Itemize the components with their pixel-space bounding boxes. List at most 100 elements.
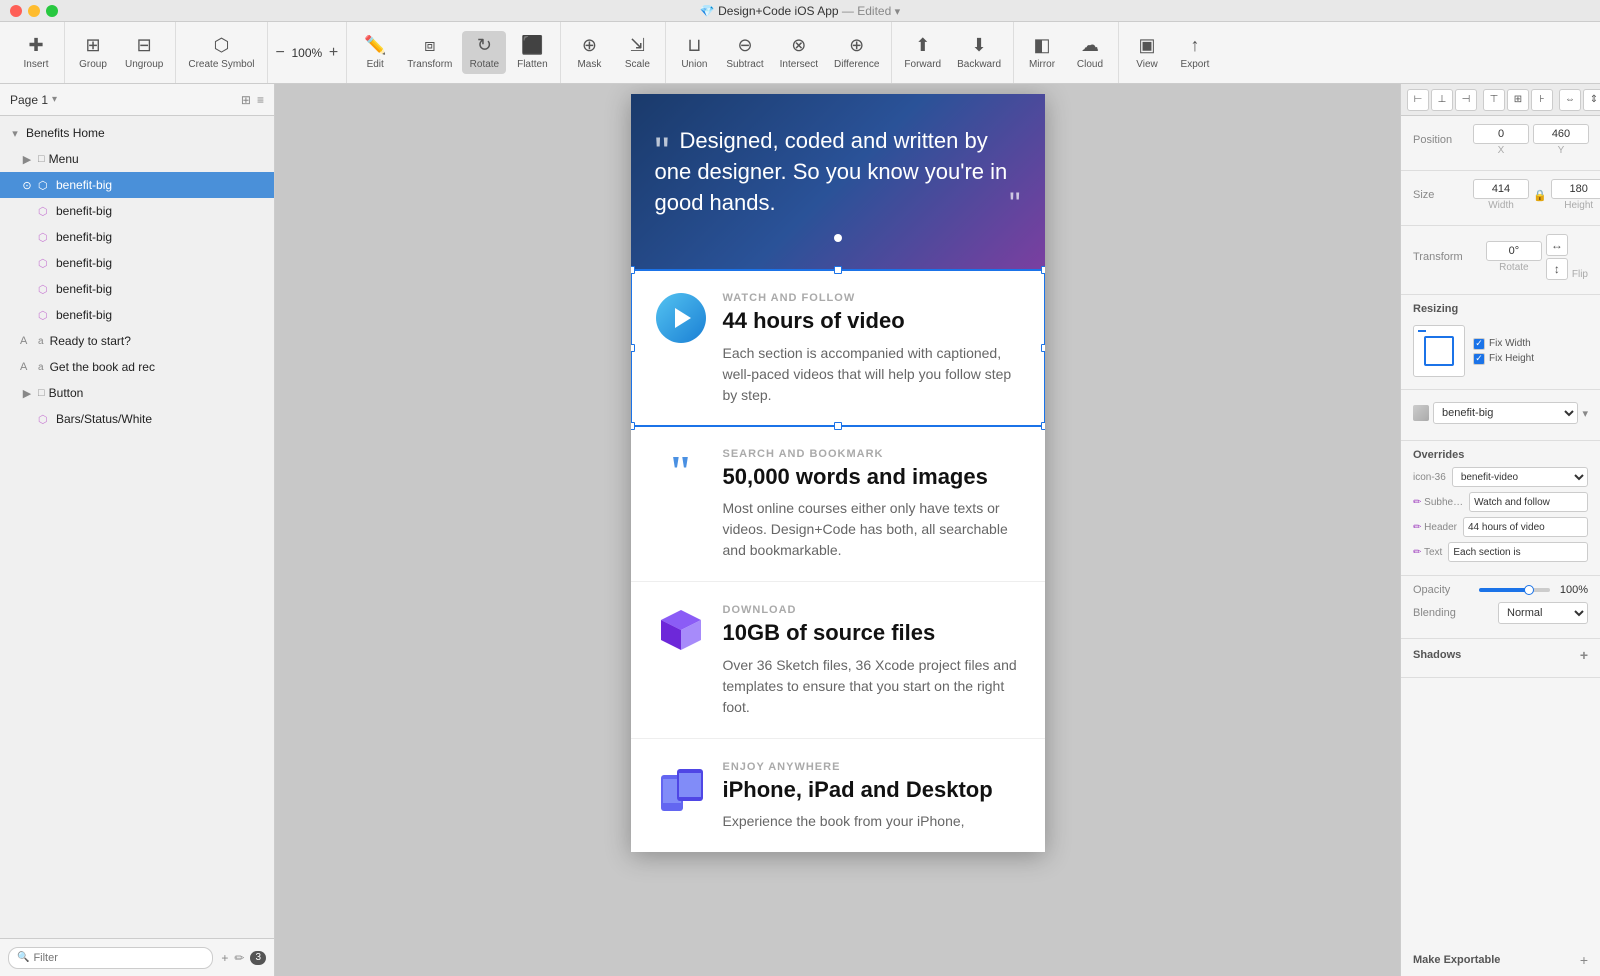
align-center-h-button[interactable]: ⊥ xyxy=(1431,89,1453,111)
close-button[interactable] xyxy=(10,5,22,17)
tree-item-benefit-big-4[interactable]: ⬡ benefit-big xyxy=(0,250,274,276)
edit-layer-icon[interactable]: ✏ xyxy=(234,951,244,965)
transform-button[interactable]: ⧈ Transform xyxy=(401,31,458,74)
difference-button[interactable]: ⊕ Difference xyxy=(828,31,885,74)
fix-width-option[interactable]: ✓ Fix Width xyxy=(1473,338,1534,350)
group-button[interactable]: ⊞ Group xyxy=(71,31,115,74)
flip-h-button[interactable]: ↔ xyxy=(1546,234,1568,256)
handle-mr[interactable] xyxy=(1041,344,1045,352)
tree-item-button[interactable]: ▶ □ Button xyxy=(0,380,274,406)
union-button[interactable]: ⊔ Union xyxy=(672,31,716,74)
canvas[interactable]: " Designed, coded and written by one des… xyxy=(275,84,1400,976)
tree-item-benefit-big-6[interactable]: ⬡ benefit-big xyxy=(0,302,274,328)
inspector-resizing-section: Resizing ✓ Fix Width xyxy=(1401,295,1600,390)
cloud-button[interactable]: ☁ Cloud xyxy=(1068,31,1112,74)
export-button[interactable]: ↑ Export xyxy=(1173,31,1217,74)
align-center-v-button[interactable]: ⊞ xyxy=(1507,89,1529,111)
insert-button[interactable]: ✚ Insert xyxy=(14,31,58,74)
symbol-select[interactable]: benefit-big xyxy=(1433,402,1578,424)
align-right-button[interactable]: ⊣ xyxy=(1455,89,1477,111)
pos-y-input[interactable] xyxy=(1533,124,1589,144)
benefit-eyebrow-1: SEARCH AND BOOKMARK xyxy=(723,448,1021,460)
handle-tc[interactable] xyxy=(834,266,842,274)
tree-item-benefit-big-1[interactable]: ⊙ ⬡ benefit-big xyxy=(0,172,274,198)
benefit-card-2[interactable]: DOWNLOAD 10GB of source files Over 36 Sk… xyxy=(631,582,1045,738)
rotate-input[interactable] xyxy=(1486,241,1542,261)
tree-item-bars-status[interactable]: ⬡ Bars/Status/White xyxy=(0,406,274,432)
add-export-button[interactable]: + xyxy=(1580,952,1588,968)
override-value-3[interactable]: Each section is xyxy=(1448,542,1588,562)
override-value-1[interactable]: Watch and follow xyxy=(1469,492,1588,512)
align-bottom-button[interactable]: ⊦ xyxy=(1531,89,1553,111)
search-icon: 🔍 xyxy=(17,952,29,963)
mask-icon: ⊕ xyxy=(582,35,597,56)
panel-icon-list[interactable]: ≡ xyxy=(257,93,264,107)
opacity-thumb[interactable] xyxy=(1524,585,1534,595)
distribute-v-button[interactable]: ⇕ xyxy=(1583,89,1600,111)
intersect-button[interactable]: ⊗ Intersect xyxy=(774,31,824,74)
flip-v-button[interactable]: ↕ xyxy=(1546,258,1568,280)
blending-select[interactable]: Normal xyxy=(1498,602,1588,624)
distribute-h-button[interactable]: ⇔ xyxy=(1559,89,1581,111)
tree-item-benefit-big-2[interactable]: ⬡ benefit-big xyxy=(0,198,274,224)
fullscreen-button[interactable] xyxy=(46,5,58,17)
opacity-slider[interactable] xyxy=(1479,588,1550,592)
tree-item-menu[interactable]: ▶ □ Menu xyxy=(0,146,274,172)
subtract-button[interactable]: ⊖ Subtract xyxy=(720,31,769,74)
fix-height-checkbox[interactable]: ✓ xyxy=(1473,353,1485,365)
mirror-button[interactable]: ◧ Mirror xyxy=(1020,31,1064,74)
scale-button[interactable]: ⇲ Scale xyxy=(615,31,659,74)
create-symbol-button[interactable]: ⬡ Create Symbol xyxy=(182,31,260,74)
benefit-icon-1: " xyxy=(655,448,707,500)
symbol-arrow-icon: ▾ xyxy=(1582,407,1588,420)
flip-label: Flip xyxy=(1572,269,1588,280)
ungroup-icon: ⊟ xyxy=(137,35,152,56)
add-shadow-button[interactable]: + xyxy=(1580,647,1588,663)
tree-item-benefit-big-5[interactable]: ⬡ benefit-big xyxy=(0,276,274,302)
ungroup-button[interactable]: ⊟ Ungroup xyxy=(119,31,169,74)
page-selector[interactable]: Page 1 ▾ ⊞ ≡ xyxy=(0,84,274,116)
tree-item-get-book[interactable]: A a Get the book ad rec xyxy=(0,354,274,380)
mask-button[interactable]: ⊕ Mask xyxy=(567,31,611,74)
tree-item-benefit-big-3[interactable]: ⬡ benefit-big xyxy=(0,224,274,250)
benefit-card-1[interactable]: " SEARCH AND BOOKMARK 50,000 words and i… xyxy=(631,426,1045,582)
tree-root-item[interactable]: ▾ Benefits Home xyxy=(0,120,274,146)
override-select-0[interactable]: benefit-video xyxy=(1452,467,1588,487)
minimize-button[interactable] xyxy=(28,5,40,17)
panel-icon-grid[interactable]: ⊞ xyxy=(241,93,251,107)
window-controls[interactable] xyxy=(10,5,58,17)
edit-button[interactable]: ✏️ Edit xyxy=(353,31,397,74)
toolbar-insert-group: ✚ Insert xyxy=(8,22,65,83)
benefit-card-0[interactable]: WATCH AND FOLLOW 44 hours of video Each … xyxy=(631,270,1045,425)
close-quote-mark: " xyxy=(1009,182,1020,227)
search-box[interactable]: 🔍 xyxy=(8,947,213,969)
size-w-input[interactable] xyxy=(1473,179,1529,199)
insert-icon: ✚ xyxy=(28,35,43,56)
benefit-card-3[interactable]: ENJOY ANYWHERE iPhone, iPad and Desktop … xyxy=(631,739,1045,852)
zoom-in-button[interactable]: + xyxy=(329,44,338,62)
backward-button[interactable]: ⬇ Backward xyxy=(951,31,1007,74)
handle-ml[interactable] xyxy=(631,344,635,352)
fix-height-option[interactable]: ✓ Fix Height xyxy=(1473,353,1534,365)
fix-width-checkbox[interactable]: ✓ xyxy=(1473,338,1485,350)
align-top-button[interactable]: ⊤ xyxy=(1483,89,1505,111)
panel-bottom-icons: + ✏ 3 xyxy=(221,951,266,965)
symbol-icon-5: ⬡ xyxy=(38,283,52,296)
pos-x-input[interactable] xyxy=(1473,124,1529,144)
handle-tl[interactable] xyxy=(631,266,635,274)
rotate-button[interactable]: ↻ Rotate xyxy=(462,31,506,74)
view-button[interactable]: ▣ View xyxy=(1125,31,1169,74)
forward-button[interactable]: ⬆ Forward xyxy=(898,31,947,74)
add-layer-icon[interactable]: + xyxy=(221,951,228,965)
tree-item-ready[interactable]: A a Ready to start? xyxy=(0,328,274,354)
size-h-input[interactable] xyxy=(1551,179,1600,199)
forward-icon: ⬆ xyxy=(915,35,930,56)
zoom-out-button[interactable]: − xyxy=(276,44,285,62)
filter-input[interactable] xyxy=(33,952,204,964)
hero-quote: " Designed, coded and written by one des… xyxy=(655,126,1021,218)
rotate-field: Rotate xyxy=(1486,241,1542,273)
align-left-button[interactable]: ⊢ xyxy=(1407,89,1429,111)
override-value-2[interactable]: 44 hours of video xyxy=(1463,517,1588,537)
handle-tr[interactable] xyxy=(1041,266,1045,274)
flatten-button[interactable]: ⬛ Flatten xyxy=(510,31,554,74)
